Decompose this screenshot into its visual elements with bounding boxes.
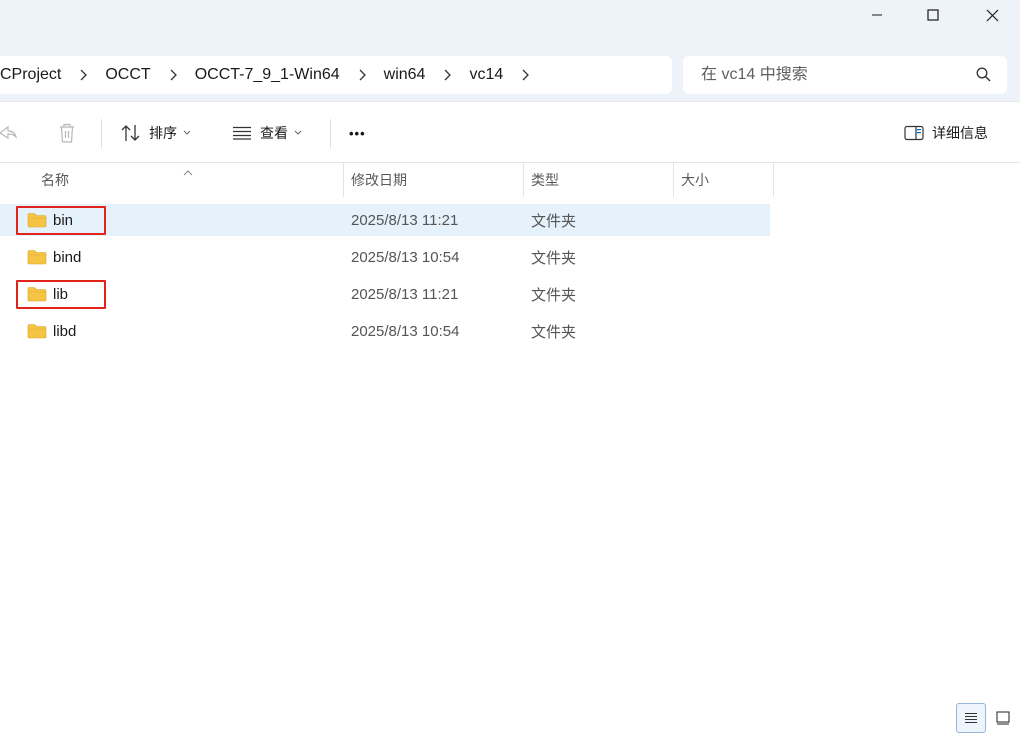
address-row: CProject OCCT OCCT-7_9_1-Win64 win64 vc1… (0, 50, 1020, 102)
file-type: 文件夹 (531, 286, 577, 304)
title-bar (0, 0, 1020, 50)
file-type: 文件夹 (531, 249, 577, 267)
toolbar-divider (101, 119, 102, 149)
breadcrumb[interactable]: CProject OCCT OCCT-7_9_1-Win64 win64 vc1… (0, 56, 672, 94)
breadcrumb-item-win64[interactable]: win64 (384, 66, 426, 84)
minimize-icon (872, 14, 882, 16)
file-name: bind (53, 248, 82, 266)
chevron-right-icon[interactable] (61, 69, 105, 81)
details-view-button[interactable] (956, 703, 986, 733)
file-modified: 2025/8/13 10:54 (351, 322, 460, 340)
details-view-icon (965, 713, 977, 723)
file-name-cell[interactable]: libd (27, 315, 76, 347)
file-modified: 2025/8/13 11:21 (351, 285, 459, 303)
view-list-icon (233, 126, 251, 140)
file-type: 文件夹 (531, 323, 577, 341)
search-input[interactable] (701, 66, 961, 84)
file-name-cell[interactable]: bind (27, 241, 81, 273)
file-name: libd (53, 322, 77, 340)
close-icon (986, 9, 998, 21)
sort-icon (121, 125, 140, 141)
close-button[interactable] (964, 0, 1020, 30)
column-type[interactable]: 类型 (531, 163, 559, 197)
tiles-view-button[interactable] (988, 703, 1018, 733)
column-divider[interactable] (343, 163, 344, 197)
column-divider[interactable] (773, 163, 774, 197)
chevron-right-icon[interactable] (151, 69, 195, 81)
command-bar: 排序 查看 ••• 详细信息 (0, 103, 1020, 163)
details-label: 详细信息 (932, 125, 988, 141)
tiles-view-icon (996, 711, 1010, 725)
view-button[interactable]: 查看 (232, 103, 302, 163)
search-icon[interactable] (976, 67, 991, 85)
column-size[interactable]: 大小 (681, 163, 709, 197)
column-divider[interactable] (523, 163, 524, 197)
details-pane-button[interactable]: 详细信息 (904, 103, 988, 163)
view-label: 查看 (260, 125, 288, 141)
breadcrumb-item-occt[interactable]: OCCT (105, 66, 150, 84)
search-box[interactable] (683, 56, 1007, 94)
delete-button[interactable] (58, 103, 76, 163)
column-name[interactable]: 名称 (41, 163, 69, 197)
file-type: 文件夹 (531, 212, 577, 230)
trash-icon (60, 123, 74, 143)
breadcrumb-item-cproject[interactable]: CProject (0, 66, 61, 84)
share-icon (0, 125, 18, 140)
details-pane-icon (904, 125, 924, 141)
column-modified[interactable]: 修改日期 (351, 163, 407, 197)
file-row[interactable]: libd 2025/8/13 10:54 文件夹 (0, 315, 770, 347)
file-row[interactable]: bind 2025/8/13 10:54 文件夹 (0, 241, 770, 273)
more-options-button[interactable]: ••• (349, 103, 366, 163)
maximize-icon (927, 9, 939, 21)
sort-button[interactable]: 排序 (121, 103, 191, 163)
chevron-right-icon[interactable] (425, 69, 469, 81)
chevron-right-icon[interactable] (340, 69, 384, 81)
more-icon: ••• (349, 125, 366, 141)
folder-icon (27, 324, 47, 339)
column-header: 名称 修改日期 类型 大小 (0, 163, 775, 197)
sort-ascending-icon (183, 163, 193, 179)
share-button[interactable] (0, 103, 18, 163)
chevron-down-icon (183, 130, 191, 135)
breadcrumb-item-vc14[interactable]: vc14 (469, 66, 503, 84)
chevron-down-icon (294, 130, 302, 135)
highlight-box (16, 206, 106, 235)
toolbar-divider (330, 119, 331, 149)
chevron-right-icon[interactable] (503, 69, 547, 81)
minimize-button[interactable] (849, 0, 905, 30)
maximize-button[interactable] (905, 0, 961, 30)
breadcrumb-item-occt-version[interactable]: OCCT-7_9_1-Win64 (195, 66, 340, 84)
sort-label: 排序 (149, 125, 177, 141)
highlight-box (16, 280, 106, 309)
file-row[interactable]: bin 2025/8/13 11:21 文件夹 (0, 204, 770, 236)
column-divider[interactable] (673, 163, 674, 197)
file-row[interactable]: lib 2025/8/13 11:21 文件夹 (0, 278, 770, 310)
file-modified: 2025/8/13 11:21 (351, 211, 459, 229)
folder-icon (27, 250, 47, 265)
file-modified: 2025/8/13 10:54 (351, 248, 460, 266)
